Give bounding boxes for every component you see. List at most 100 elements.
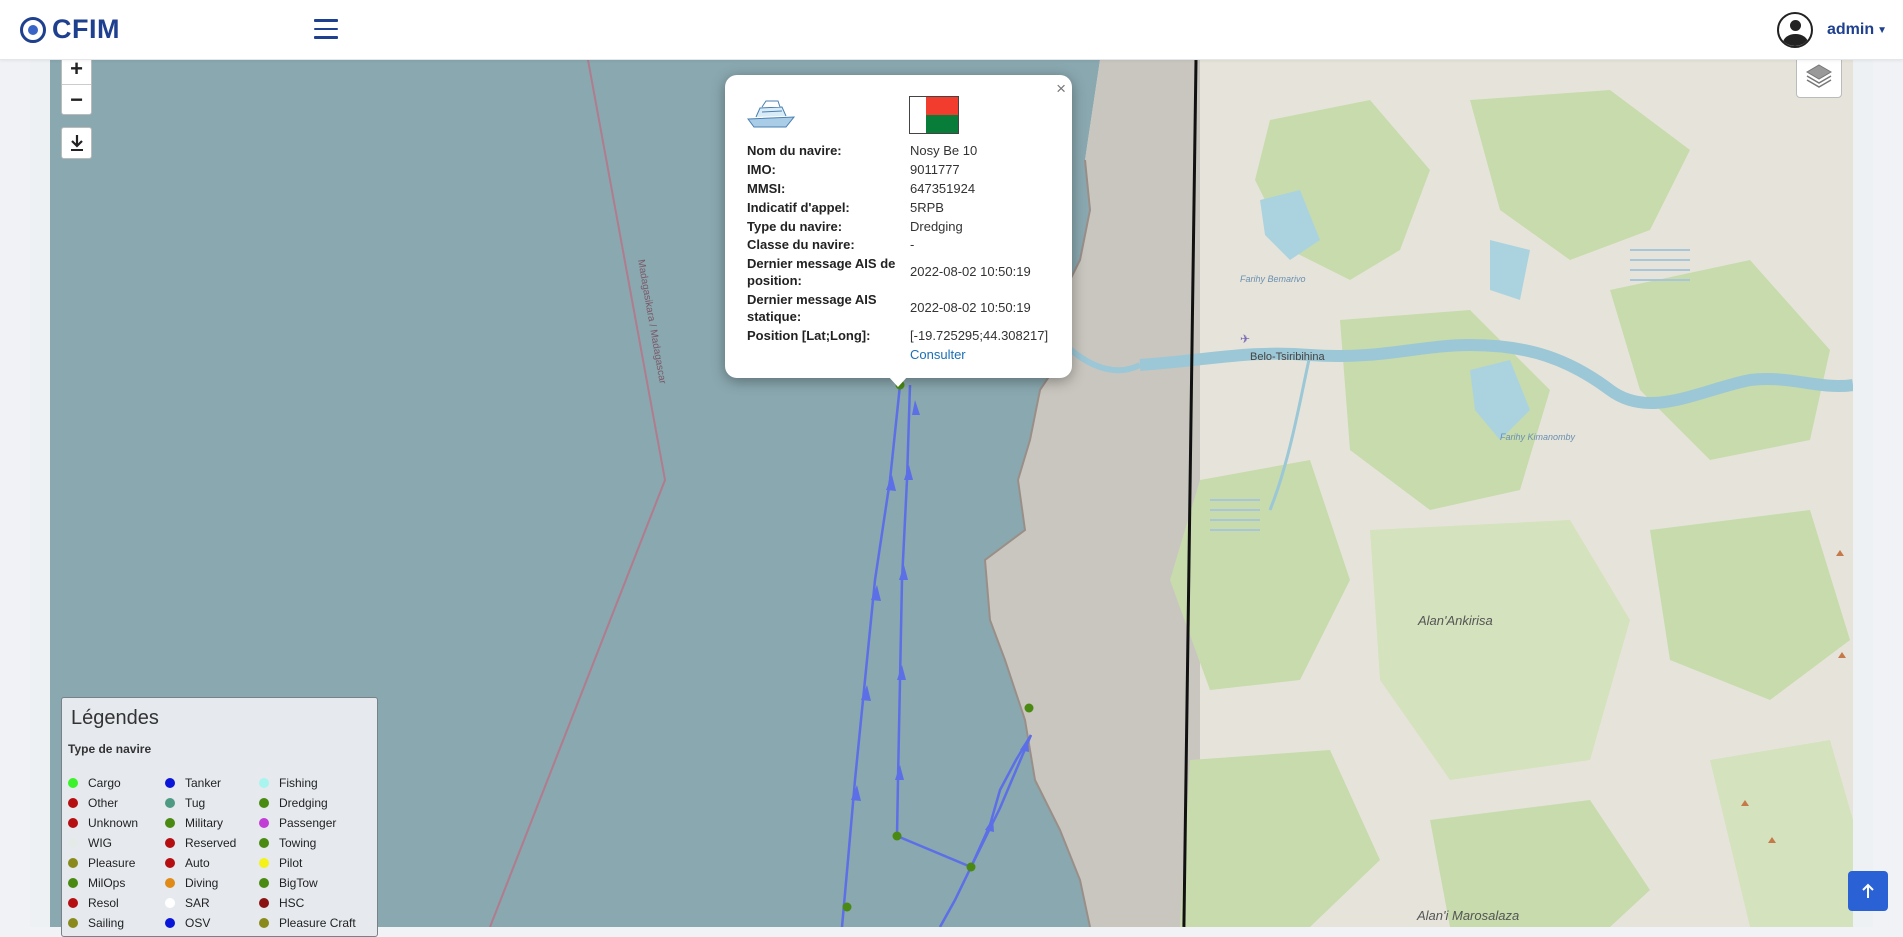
brand-name: CFIM [52, 14, 120, 44]
info-row-type: Type du navire: Dredging [747, 218, 1057, 235]
legend-item: HSC [259, 896, 304, 910]
legend-item: Other [68, 796, 118, 810]
info-row-ais-position: Dernier message AIS de position: 2022-08… [747, 255, 1057, 289]
legend-item: Sailing [68, 916, 124, 930]
ship-marker[interactable] [966, 862, 976, 872]
legend-label: Dredging [279, 796, 328, 810]
info-row-ais-static: Dernier message AIS statique: 2022-08-02… [747, 291, 1057, 325]
legend-item: MilOps [68, 876, 125, 890]
legend-item: OSV [165, 916, 210, 930]
legend-item: Diving [165, 876, 218, 890]
info-value: 9011777 [910, 162, 960, 177]
brand[interactable]: CFIM [20, 14, 120, 45]
info-label: Nom du navire: [747, 143, 842, 158]
legend-item: Towing [259, 836, 316, 850]
user-name[interactable]: admin [1827, 21, 1874, 39]
legend-title: Légendes [71, 707, 159, 729]
legend-dot-icon [68, 858, 78, 868]
ship-marker[interactable] [892, 831, 902, 841]
legend-label: MilOps [88, 876, 126, 890]
top-navbar: CFIM admin ▼ [0, 0, 1903, 60]
legend-label: Auto [185, 856, 210, 870]
download-button[interactable] [61, 127, 92, 159]
legend-dot-icon [68, 878, 78, 888]
info-value: 647351924 [910, 181, 976, 196]
brand-logo-icon [20, 16, 46, 43]
info-label: IMO: [747, 162, 776, 177]
legend-dot-icon [165, 818, 175, 828]
info-value: [-19.725295;44.308217] [910, 328, 1049, 343]
info-label: Position [Lat;Long]: [747, 328, 871, 343]
zoom-out-button[interactable]: − [62, 84, 91, 114]
ship-marker[interactable] [842, 902, 852, 912]
lake-label-1: Farihy Bemarivo [1240, 274, 1306, 284]
info-label: Indicatif d'appel: [747, 200, 850, 215]
legend-label: Pleasure [88, 856, 136, 870]
flag-icon [909, 96, 959, 134]
info-value: 5RPB [910, 200, 944, 215]
legend-label: HSC [279, 896, 305, 910]
legend-dot-icon [259, 838, 269, 848]
city-label: Belo-Tsiribihina [1250, 351, 1325, 363]
info-value: 2022-08-02 10:50:19 [910, 300, 1031, 315]
legend-item: WIG [68, 836, 112, 850]
airport-icon: ✈ [1240, 332, 1250, 346]
consult-link[interactable]: Consulter [910, 346, 1057, 363]
legend-label: Reserved [185, 836, 237, 850]
legend-dot-icon [68, 818, 78, 828]
ship-info-popup: × Nom du navire: Nosy Be 10 IMO: 9011777… [725, 75, 1072, 378]
legend-label: Resol [88, 896, 119, 910]
ship-marker[interactable] [1024, 703, 1034, 713]
close-icon[interactable]: × [1056, 79, 1066, 99]
legend-item: Dredging [259, 796, 328, 810]
scroll-top-button[interactable] [1848, 871, 1888, 911]
region-label-2: Alan'i Marosalaza [1416, 908, 1519, 923]
legend-label: Fishing [279, 776, 318, 790]
legend-label: Military [185, 816, 223, 830]
legend-label: Unknown [88, 816, 139, 830]
legend-item: Tug [165, 796, 205, 810]
user-menu[interactable]: admin ▼ [1776, 12, 1887, 48]
legend-dot-icon [259, 798, 269, 808]
legend-dot-icon [259, 898, 269, 908]
info-row-class: Classe du navire: - [747, 236, 1057, 253]
legend-label: Pilot [279, 856, 303, 870]
menu-toggle-icon[interactable] [314, 19, 338, 41]
popup-tip [888, 376, 908, 387]
legend-item: Military [165, 816, 223, 830]
legend-label: Sailing [88, 916, 125, 930]
info-row-position: Position [Lat;Long]: [-19.725295;44.3082… [747, 327, 1057, 344]
legend-item: SAR [165, 896, 210, 910]
legend-dot-icon [165, 838, 175, 848]
region-label-1: Alan'Ankirisa [1417, 613, 1493, 628]
caret-down-icon[interactable]: ▼ [1877, 25, 1887, 36]
legend-dot-icon [259, 878, 269, 888]
legend-label: WIG [88, 836, 112, 850]
avatar-icon[interactable] [1776, 12, 1813, 48]
info-value: Dredging [910, 219, 963, 234]
layers-icon [1806, 63, 1832, 88]
legend-item: Pleasure [68, 856, 135, 870]
ship-icon [747, 100, 796, 128]
info-row-imo: IMO: 9011777 [747, 161, 1057, 178]
download-icon [70, 135, 83, 151]
legend-dot-icon [259, 778, 269, 788]
legend-label: BigTow [279, 876, 318, 890]
legend-dot-icon [259, 818, 269, 828]
legend-dot-icon [165, 798, 175, 808]
arrow-up-icon [1862, 883, 1874, 898]
legend-label: Tanker [185, 776, 222, 790]
legend-subtitle: Type de navire [68, 742, 152, 756]
legend-item: Cargo [68, 776, 121, 790]
legend-label: Passenger [279, 816, 337, 830]
legend-label: Towing [279, 836, 317, 850]
legend-item: Pleasure Craft [259, 916, 356, 930]
legend-item: Pilot [259, 856, 302, 870]
legend-label: Tug [185, 796, 206, 810]
legend-item: Unknown [68, 816, 138, 830]
info-label: Dernier message AIS statique: [747, 292, 877, 324]
legend-dot-icon [68, 798, 78, 808]
info-value: - [910, 237, 915, 252]
legend-label: Pleasure Craft [279, 916, 356, 930]
legend-panel: Légendes Type de navire Cargo Other Unknow… [61, 697, 378, 937]
